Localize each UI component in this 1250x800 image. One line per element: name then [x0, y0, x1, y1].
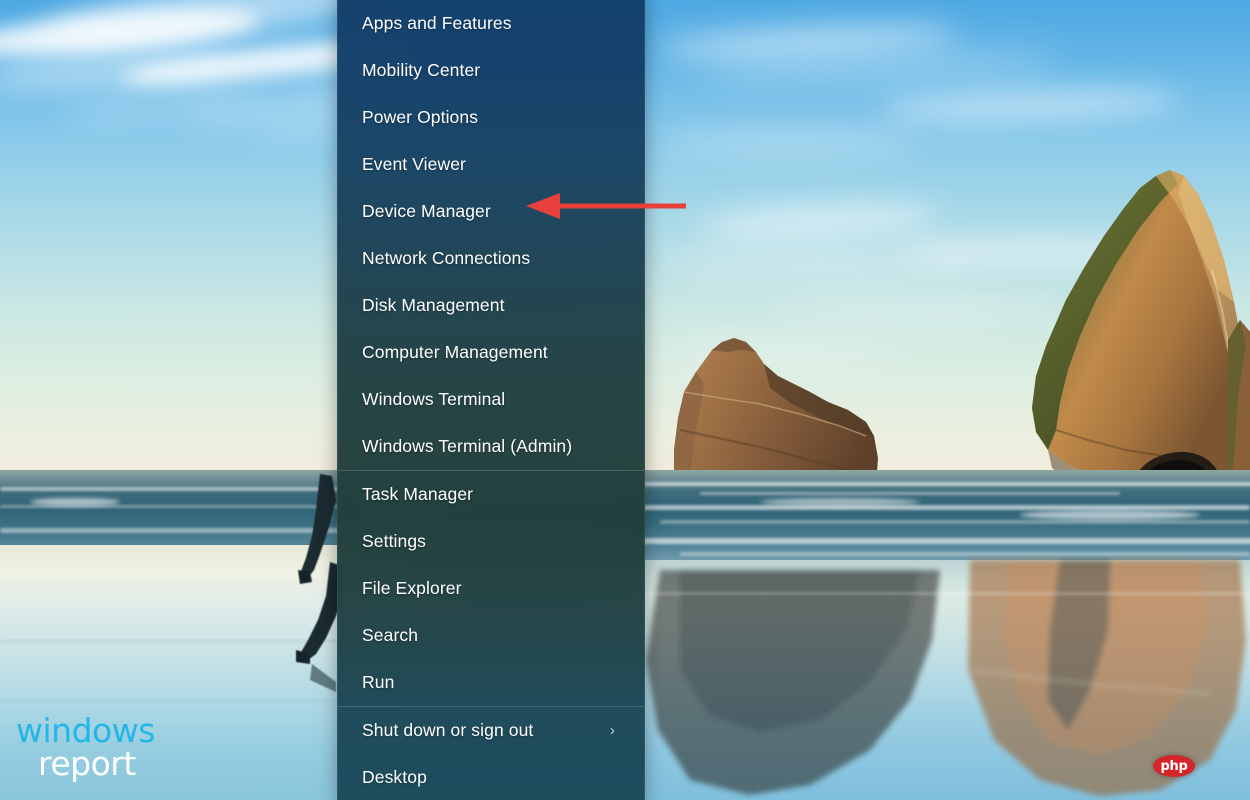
cloud-shape [660, 132, 920, 154]
sand-ripple [0, 700, 340, 702]
menu-item-label: Windows Terminal [362, 389, 506, 409]
wave-foam [700, 492, 1120, 495]
wave-foam [0, 528, 340, 533]
menu-item-event-viewer[interactable]: Event Viewer [338, 141, 644, 188]
wave-foam [30, 498, 120, 506]
wave-foam [1020, 510, 1200, 520]
menu-item-windows-terminal[interactable]: Windows Terminal [338, 376, 644, 423]
menu-item-disk-management[interactable]: Disk Management [338, 282, 644, 329]
menu-item-settings[interactable]: Settings [338, 518, 644, 565]
rock-reflection-right [968, 560, 1246, 796]
menu-item-label: Run [362, 672, 395, 692]
menu-item-desktop[interactable]: Desktop [338, 754, 644, 800]
menu-item-shut-down-or-sign-out[interactable]: Shut down or sign out › [338, 707, 644, 754]
menu-section-system: Task Manager Settings File Explorer Sear… [338, 471, 644, 706]
chevron-right-icon: › [609, 722, 615, 739]
sand-ripple [640, 592, 1250, 595]
menu-item-label: Apps and Features [362, 13, 512, 33]
menu-item-mobility-center[interactable]: Mobility Center [338, 47, 644, 94]
menu-item-label: Desktop [362, 767, 427, 787]
menu-item-device-manager[interactable]: Device Manager [338, 188, 644, 235]
menu-item-run[interactable]: Run [338, 659, 644, 706]
wave-foam [640, 505, 1250, 510]
menu-item-windows-terminal-admin[interactable]: Windows Terminal (Admin) [338, 423, 644, 470]
screenshot-root: Apps and Features Mobility Center Power … [0, 0, 1250, 800]
menu-item-label: Settings [362, 531, 427, 551]
php-watermark-label: php [1160, 758, 1188, 774]
windows-report-watermark: windows report [16, 714, 216, 782]
menu-section-tools: Apps and Features Mobility Center Power … [338, 0, 644, 470]
win-x-power-menu[interactable]: Apps and Features Mobility Center Power … [337, 0, 645, 800]
menu-item-label: Disk Management [362, 295, 505, 315]
rock-reflection-left [646, 570, 940, 795]
menu-item-file-explorer[interactable]: File Explorer [338, 565, 644, 612]
menu-section-session: Shut down or sign out › Desktop [338, 707, 644, 800]
wave-foam [0, 487, 340, 491]
watermark-line-report: report [38, 744, 136, 783]
menu-item-label: Search [362, 625, 419, 645]
wave-foam [640, 538, 1250, 544]
wave-foam [640, 482, 1250, 486]
menu-item-network-connections[interactable]: Network Connections [338, 235, 644, 282]
menu-item-task-manager[interactable]: Task Manager [338, 471, 644, 518]
menu-item-computer-management[interactable]: Computer Management [338, 329, 644, 376]
wave-foam [680, 552, 1250, 556]
php-watermark: php [1153, 755, 1195, 777]
menu-item-label: Shut down or sign out [362, 720, 534, 740]
menu-item-label: Event Viewer [362, 154, 466, 174]
menu-item-label: Power Options [362, 107, 479, 127]
sand-ripple [0, 640, 340, 642]
menu-item-power-options[interactable]: Power Options [338, 94, 644, 141]
menu-item-label: Task Manager [362, 484, 474, 504]
menu-item-label: Computer Management [362, 342, 548, 362]
menu-item-label: Mobility Center [362, 60, 481, 80]
menu-item-label: Device Manager [362, 201, 491, 221]
menu-item-label: File Explorer [362, 578, 462, 598]
menu-item-search[interactable]: Search [338, 612, 644, 659]
watermark-line-windows: windows [16, 711, 155, 750]
menu-item-label: Network Connections [362, 248, 531, 268]
menu-item-label: Windows Terminal (Admin) [362, 436, 573, 456]
menu-item-apps-and-features[interactable]: Apps and Features [338, 0, 644, 47]
wave-foam [760, 498, 920, 506]
wave-foam [660, 520, 1250, 524]
